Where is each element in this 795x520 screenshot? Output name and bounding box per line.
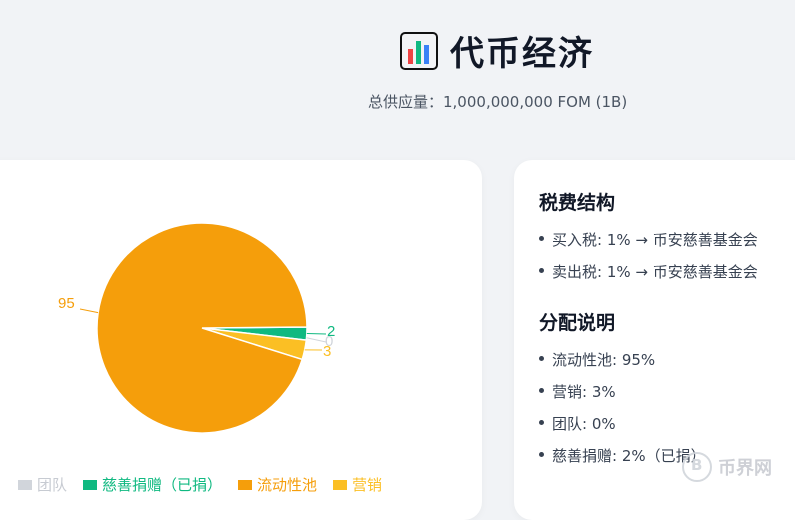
dist-item-marketing: 营销: 3% — [539, 381, 616, 402]
bullet-icon — [539, 236, 544, 241]
legend-swatch — [238, 480, 252, 490]
distribution-heading: 分配说明 — [539, 308, 615, 335]
pie-slice-liquidity[interactable] — [97, 223, 307, 433]
bullet-icon — [539, 388, 544, 393]
bullet-icon — [539, 356, 544, 361]
dist-item-charity: 慈善捐赠: 2%（已捐） — [539, 445, 706, 466]
tax-heading: 税费结构 — [539, 188, 615, 215]
bullet-icon — [539, 268, 544, 273]
bullet-icon — [539, 420, 544, 425]
data-label-marketing: 3 — [323, 343, 331, 360]
leader-line-team — [307, 338, 326, 342]
watermark-text: 币界网 — [718, 454, 772, 480]
legend-swatch — [333, 480, 347, 490]
tax-item-buy: 买入税: 1% → 币安慈善基金会 — [539, 229, 758, 250]
leader-line-liquidity — [80, 309, 98, 313]
tax-item-sell: 卖出税: 1% → 币安慈善基金会 — [539, 261, 758, 282]
data-label-liquidity: 95 — [58, 295, 75, 312]
pie-chart: 95203 — [0, 0, 480, 492]
watermark-logo-icon — [682, 452, 712, 482]
dist-item-liquidity: 流动性池: 95% — [539, 349, 655, 370]
bullet-icon — [539, 452, 544, 457]
dist-item-team: 团队: 0% — [539, 413, 616, 434]
legend-swatch — [18, 480, 32, 490]
legend-swatch — [83, 480, 97, 490]
watermark: 币界网 — [682, 452, 772, 482]
